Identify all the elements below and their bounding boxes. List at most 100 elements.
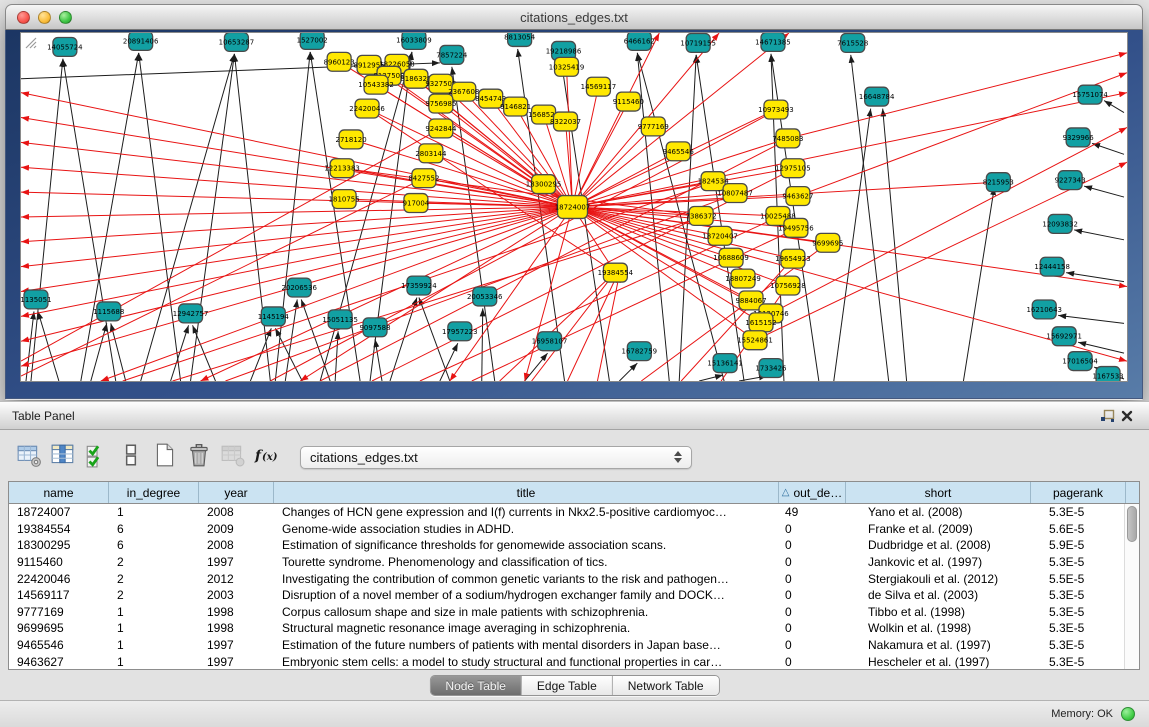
- delete-table-button[interactable]: [182, 441, 216, 473]
- cell-year: 1998: [199, 621, 274, 635]
- new-table-icon: [152, 442, 178, 473]
- float-panel-button[interactable]: [1097, 406, 1117, 426]
- cell-title: Corpus callosum shape and size in male p…: [274, 605, 779, 619]
- column-header-in_degree[interactable]: in_degree: [109, 482, 199, 503]
- function-builder-button[interactable]: f(x): [250, 441, 284, 473]
- cell-short: Yano et al. (2008): [846, 505, 1031, 519]
- cell-out_degree: 0: [779, 655, 846, 669]
- float-panel-icon: [1100, 409, 1115, 423]
- cell-year: 2008: [199, 538, 274, 552]
- column-header-name[interactable]: name: [9, 482, 109, 503]
- close-panel-button[interactable]: [1117, 406, 1137, 426]
- column-header-title[interactable]: title: [274, 482, 779, 503]
- table-panel: Table Panel f(x)citations_edges.txt name…: [0, 401, 1149, 727]
- selection-mode-button[interactable]: [80, 441, 114, 473]
- column-visibility-icon: [50, 442, 76, 473]
- cell-short: de Silva et al. (2003): [846, 588, 1031, 602]
- cell-in_degree: 6: [109, 522, 199, 536]
- column-header-pagerank[interactable]: pagerank: [1031, 482, 1126, 503]
- cell-title: Investigating the contribution of common…: [274, 572, 779, 586]
- cell-year: 2008: [199, 505, 274, 519]
- cell-out_degree: 0: [779, 638, 846, 652]
- cell-out_degree: 0: [779, 522, 846, 536]
- table-row[interactable]: 946554611997Estimation of the future num…: [9, 637, 1126, 654]
- table-row[interactable]: 2242004622012Investigating the contribut…: [9, 570, 1126, 587]
- cell-out_degree: 49: [779, 505, 846, 519]
- memory-status-indicator[interactable]: [1121, 707, 1135, 721]
- table-row[interactable]: 969969511998Structural magnetic resonanc…: [9, 620, 1126, 637]
- sort-indicator: △: [782, 487, 790, 498]
- node-table: namein_degreeyeartitle△out_de…shortpager…: [8, 481, 1140, 670]
- delete-table-icon: [186, 442, 212, 473]
- cell-year: 2009: [199, 522, 274, 536]
- table-row[interactable]: 1938455462009Genome-wide association stu…: [9, 521, 1126, 538]
- close-window-button[interactable]: [17, 11, 30, 24]
- cell-year: 2003: [199, 588, 274, 602]
- column-visibility-button[interactable]: [46, 441, 80, 473]
- tab-network-table[interactable]: Network Table: [613, 676, 719, 695]
- cell-short: Dudbridge et al. (2008): [846, 538, 1031, 552]
- column-header-short[interactable]: short: [846, 482, 1031, 503]
- cell-short: Nakamura et al. (1997): [846, 638, 1031, 652]
- cell-short: Stergiakouli et al. (2012): [846, 572, 1031, 586]
- column-header-out_degree[interactable]: △out_de…: [779, 482, 846, 503]
- table-row[interactable]: 946362711997Embryonic stem cells: a mode…: [9, 653, 1126, 669]
- zoom-window-button[interactable]: [59, 11, 72, 24]
- cell-name: 18300295: [9, 538, 109, 552]
- minimize-window-button[interactable]: [38, 11, 51, 24]
- tab-node-table[interactable]: Node Table: [430, 676, 522, 695]
- selection-mode-icon: [84, 442, 110, 473]
- tab-edge-table[interactable]: Edge Table: [522, 676, 613, 695]
- cell-pagerank: 5.3E-5: [1031, 655, 1126, 669]
- cell-out_degree: 0: [779, 572, 846, 586]
- network-view-window: citations_edges.txt 14055724208914061065…: [5, 4, 1143, 400]
- table-row[interactable]: 1872400712008Changes of HCN gene express…: [9, 504, 1126, 521]
- column-header-year[interactable]: year: [199, 482, 274, 503]
- table-toolbar: f(x) citations_edges.txt: [8, 439, 1141, 475]
- table-row[interactable]: 977716911998Corpus callosum shape and si…: [9, 604, 1126, 621]
- cell-short: Wolkin et al. (1998): [846, 621, 1031, 635]
- cell-pagerank: 5.3E-5: [1031, 588, 1126, 602]
- cell-name: 22420046: [9, 572, 109, 586]
- cell-name: 9777169: [9, 605, 109, 619]
- network-canvas[interactable]: 1405572420891406106532871527002160338097…: [20, 32, 1128, 382]
- cell-pagerank: 5.3E-5: [1031, 638, 1126, 652]
- close-icon: [1121, 410, 1133, 422]
- import-table-icon: [220, 442, 246, 473]
- table-row[interactable]: 1456911722003Disruption of a novel membe…: [9, 587, 1126, 604]
- cell-title: Embryonic stem cells: a model to study s…: [274, 655, 779, 669]
- table-row[interactable]: 1830029562008Estimation of significance …: [9, 537, 1126, 554]
- window-controls: [17, 11, 72, 24]
- table-row[interactable]: 911546021997Tourette syndrome. Phenomeno…: [9, 554, 1126, 571]
- cell-pagerank: 5.3E-5: [1031, 621, 1126, 635]
- cell-title: Genome-wide association studies in ADHD.: [274, 522, 779, 536]
- cell-title: Estimation of the future numbers of pati…: [274, 638, 779, 652]
- scrollbar-thumb[interactable]: [1127, 506, 1137, 542]
- cell-title: Structural magnetic resonance image aver…: [274, 621, 779, 635]
- memory-status-label: Memory: OK: [1051, 708, 1113, 720]
- table-vertical-scrollbar[interactable]: [1124, 504, 1139, 669]
- window-frame: 1405572420891406106532871527002160338097…: [5, 30, 1143, 399]
- cell-name: 18724007: [9, 505, 109, 519]
- cell-in_degree: 1: [109, 638, 199, 652]
- network-table-select-value: citations_edges.txt: [310, 450, 674, 465]
- row-height-icon: [118, 442, 144, 473]
- cell-name: 9465546: [9, 638, 109, 652]
- cell-year: 1998: [199, 605, 274, 619]
- cell-pagerank: 5.9E-5: [1031, 538, 1126, 552]
- table-body: 1872400712008Changes of HCN gene express…: [9, 504, 1126, 669]
- cell-short: Jankovic et al. (1997): [846, 555, 1031, 569]
- cell-out_degree: 0: [779, 555, 846, 569]
- cell-short: Hescheler et al. (1997): [846, 655, 1031, 669]
- cell-year: 1997: [199, 655, 274, 669]
- network-table-select[interactable]: citations_edges.txt: [300, 446, 692, 469]
- resize-grip[interactable]: [21, 33, 1127, 381]
- window-title: citations_edges.txt: [6, 5, 1142, 30]
- row-height-button[interactable]: [114, 441, 148, 473]
- svg-text:(x): (x): [262, 452, 278, 463]
- table-type-tabs: Node Table Edge Table Network Table: [429, 675, 719, 696]
- new-table-button[interactable]: [148, 441, 182, 473]
- table-settings-button[interactable]: [12, 441, 46, 473]
- import-table-button[interactable]: [216, 441, 250, 473]
- cell-out_degree: 0: [779, 588, 846, 602]
